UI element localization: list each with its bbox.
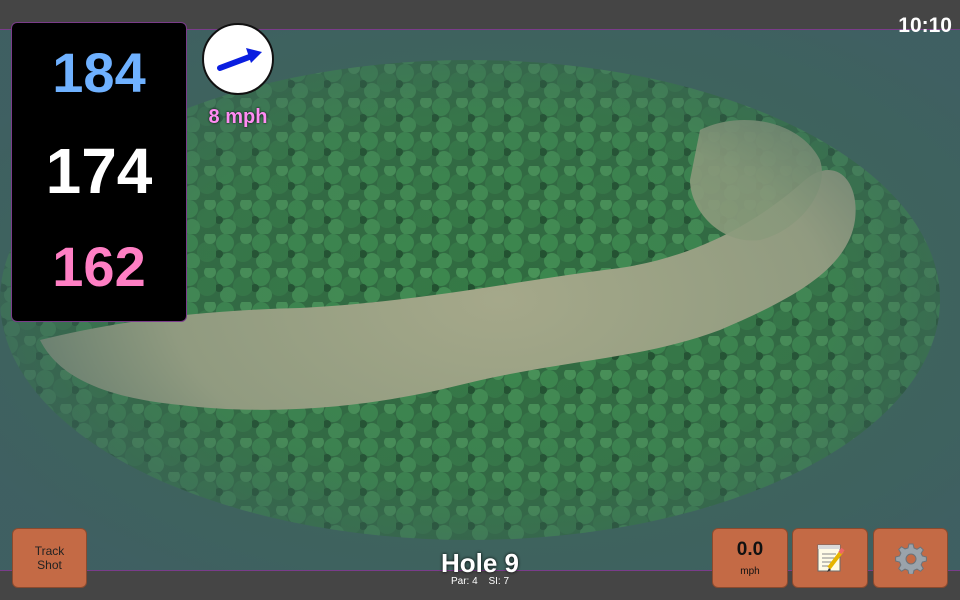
clock: 10:10 — [898, 14, 952, 37]
track-shot-button[interactable]: Track Shot — [12, 528, 87, 588]
speed-button[interactable]: 0.0 mph — [712, 528, 788, 588]
hole-info: Par: 4 SI: 7 — [380, 576, 580, 587]
notes-button[interactable] — [792, 528, 868, 588]
distance-panel: 184 174 162 — [11, 22, 187, 322]
middle-distance: 174 — [45, 135, 153, 207]
speed-unit: mph — [740, 566, 760, 577]
wind-arrow-icon — [217, 48, 262, 71]
par-label: Par: 4 — [450, 576, 478, 587]
gear-icon — [874, 529, 947, 587]
back-distance: 184 — [52, 41, 146, 104]
speed-value: 0.0 — [736, 539, 764, 560]
track-shot-label: Track Shot — [34, 544, 65, 572]
wind-direction-dial[interactable] — [202, 23, 274, 95]
wind-speed: 8 mph — [208, 106, 268, 128]
hole-title: Hole 9 — [440, 548, 520, 578]
stroke-index-label: SI: 7 — [488, 576, 510, 587]
settings-button[interactable] — [873, 528, 948, 588]
notepad-icon — [793, 529, 867, 587]
front-distance: 162 — [52, 235, 146, 298]
